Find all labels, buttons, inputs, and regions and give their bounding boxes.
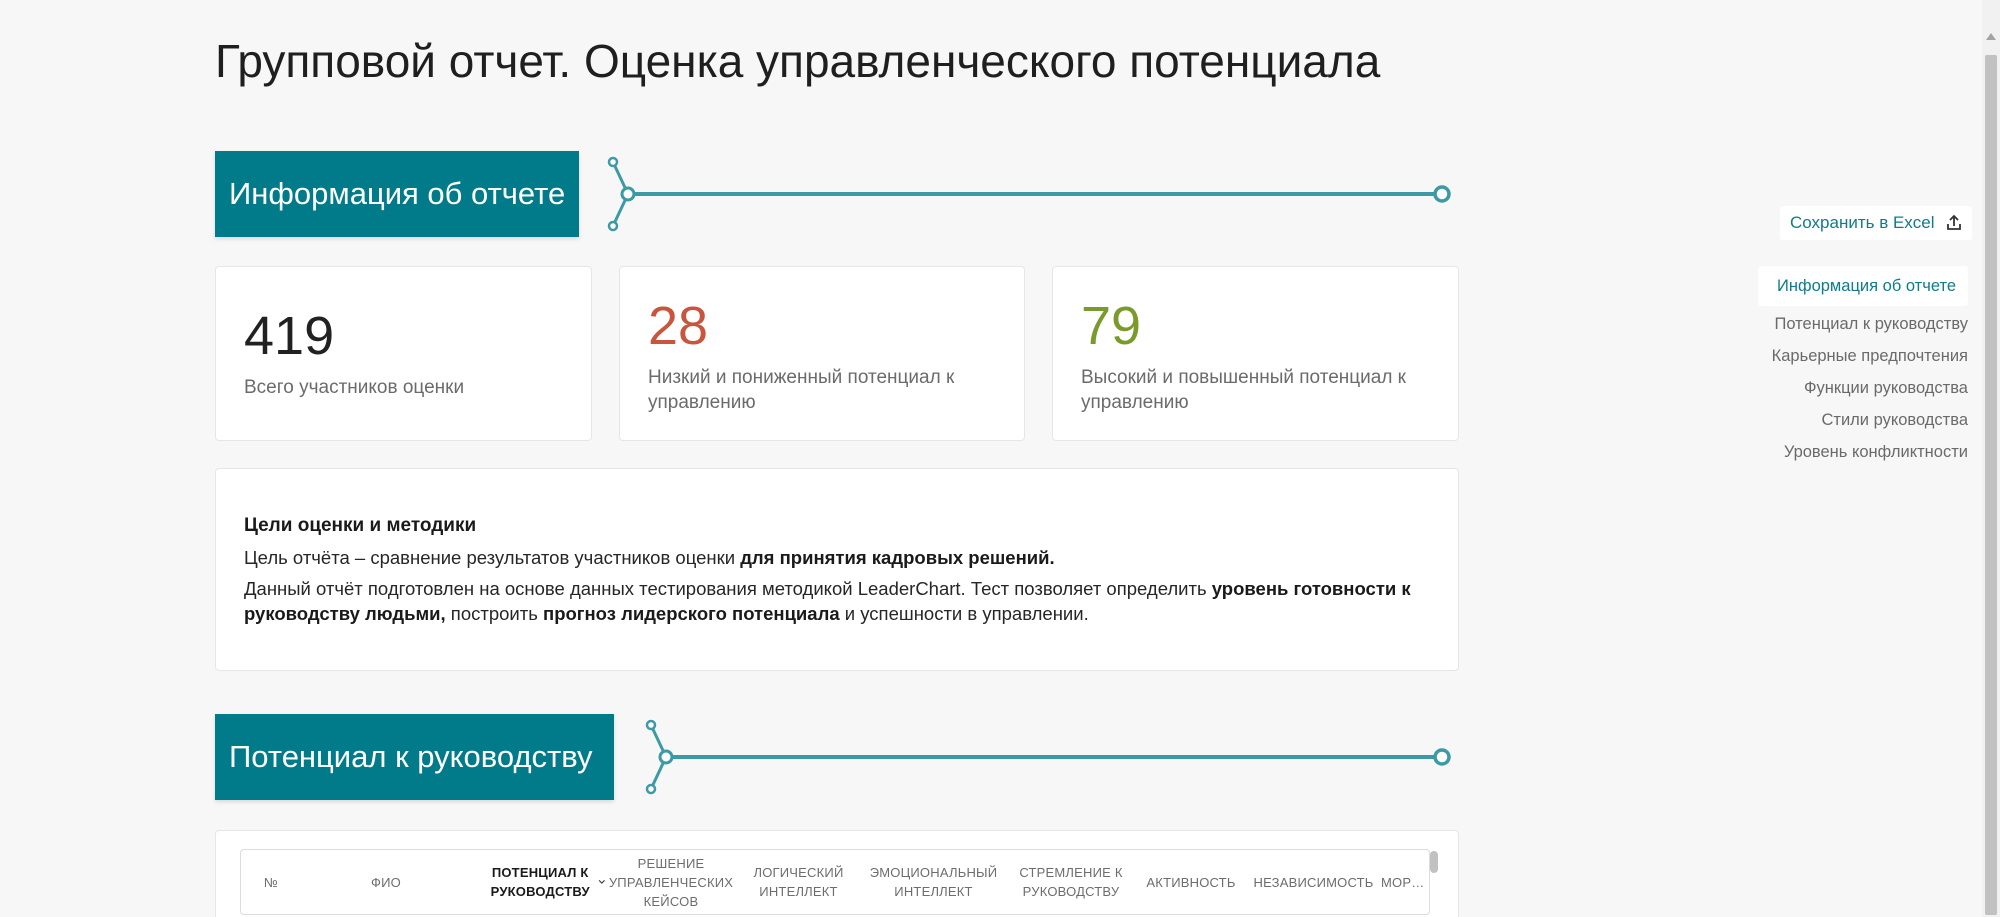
nav-item-styles[interactable]: Стили руководства — [1728, 404, 1968, 436]
upload-icon — [1946, 214, 1961, 230]
page-title: Групповой отчет. Оценка управленческого … — [215, 35, 1381, 87]
stat-card-low: 28 Низкий и пониженный потенциал к управ… — [619, 266, 1025, 441]
goals-card: Цели оценки и методики Цель отчёта – сра… — [215, 468, 1459, 671]
column-header-independence[interactable]: Независимость — [1246, 850, 1381, 914]
nav-item-potential[interactable]: Потенциал к руководству — [1728, 308, 1969, 340]
chevron-down-icon — [599, 879, 606, 884]
scroll-up-icon[interactable] — [1986, 33, 1996, 40]
stat-label: Низкий и пониженный потенциал к управлен… — [648, 367, 955, 413]
stat-value: 28 — [648, 296, 709, 356]
page-scrollbar-thumb[interactable] — [1985, 55, 1997, 915]
section-header-info: Информация об отчете — [215, 151, 1460, 239]
stat-value: 419 — [244, 306, 335, 366]
column-header-name[interactable]: ФИО — [301, 850, 471, 914]
column-header-potential[interactable]: Потенциал к руководству — [486, 850, 606, 914]
nav-item-info[interactable]: Информация об отчете — [1758, 266, 1968, 306]
report-sections-nav: Информация об отчете Потенциал к руковод… — [1728, 266, 1968, 468]
nav-item-functions[interactable]: Функции руководства — [1728, 372, 1968, 404]
export-label: Сохранить в Excel — [1790, 213, 1935, 232]
page-scrollbar[interactable] — [1982, 0, 2000, 917]
stat-card-total: 419 Всего участников оценки — [215, 266, 592, 441]
stat-label: Высокий и повышенный потенциал к управле… — [1081, 367, 1406, 413]
connector-line-icon — [645, 719, 1451, 795]
stat-label: Всего участников оценки — [244, 377, 465, 398]
goals-title: Цели оценки и методики — [244, 515, 477, 536]
report-page: Групповой отчет. Оценка управленческого … — [0, 0, 2000, 917]
column-header-number[interactable]: № — [241, 850, 301, 914]
export-excel-button[interactable]: Сохранить в Excel — [1780, 206, 1972, 240]
stat-value: 79 — [1081, 296, 1142, 356]
column-header-flexibility[interactable]: Мор… гиб… — [1381, 850, 1429, 914]
nav-item-conflict[interactable]: Уровень конфликтности — [1728, 436, 1968, 468]
column-header-cases[interactable]: Решение управленческих кейсов — [606, 850, 736, 914]
nav-item-career[interactable]: Карьерные предпочтения — [1728, 340, 1968, 372]
column-header-activity[interactable]: Активность — [1136, 850, 1246, 914]
column-header-logic[interactable]: Логический интеллект — [736, 850, 861, 914]
connector-line-icon — [607, 156, 1451, 232]
column-header-emotional[interactable]: Эмоциональный интеллект — [861, 850, 1006, 914]
goals-paragraph-2: Данный отчёт подготовлен на основе данны… — [244, 578, 1411, 624]
table-scrollbar[interactable] — [1430, 851, 1438, 873]
section-title-info: Информация об отчете — [215, 151, 579, 237]
goals-paragraph-1: Цель отчёта – сравнение результатов учас… — [244, 547, 1055, 568]
table-header: № ФИО Потенциал к руководству Решение уп… — [240, 849, 1430, 915]
section-title-potential: Потенциал к руководству — [215, 714, 614, 800]
section-header-potential: Потенциал к руководству — [215, 714, 1460, 802]
stat-card-high: 79 Высокий и повышенный потенциал к упра… — [1052, 266, 1459, 441]
potential-table-card: № ФИО Потенциал к руководству Решение уп… — [215, 830, 1459, 917]
column-header-ambition[interactable]: Стремление к руководству — [1006, 850, 1136, 914]
